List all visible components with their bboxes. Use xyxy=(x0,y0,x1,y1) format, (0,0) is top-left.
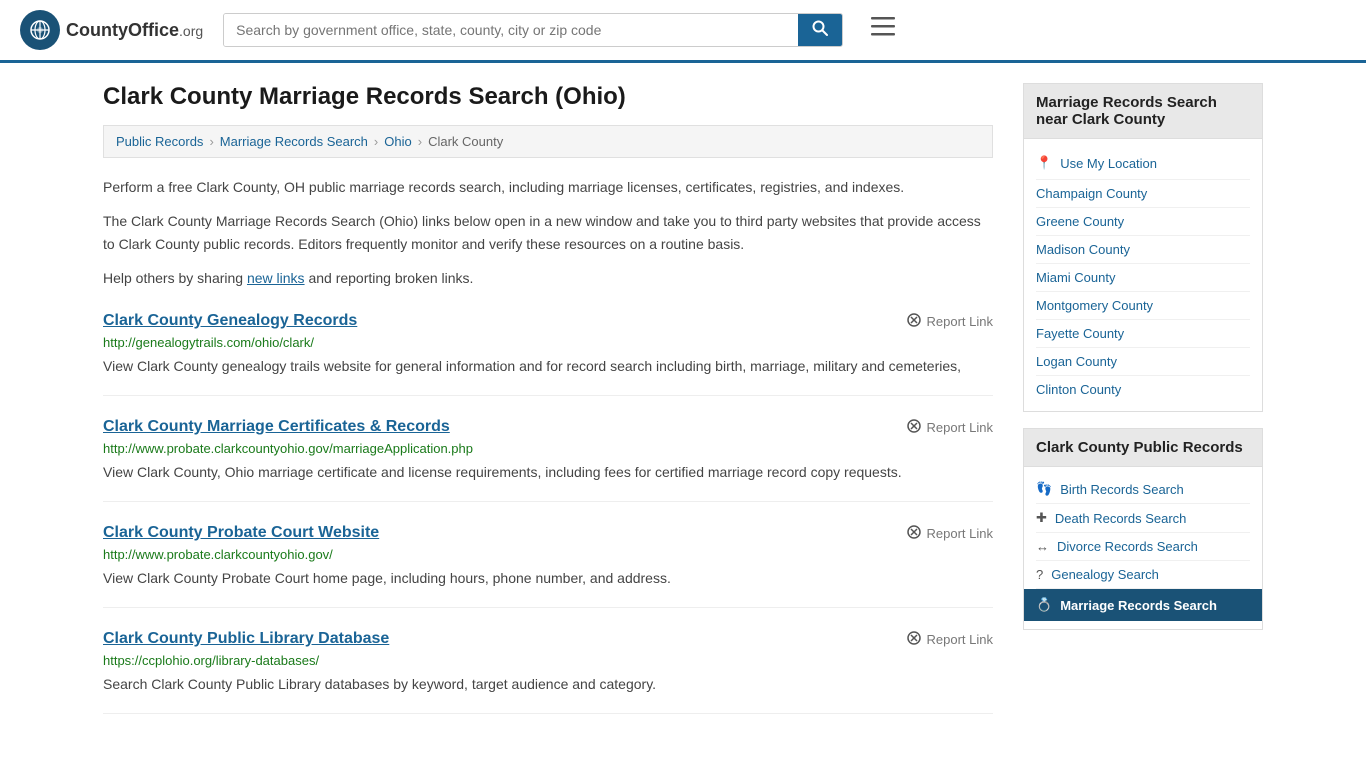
intro-text-1: Perform a free Clark County, OH public m… xyxy=(103,176,993,198)
result-url-1[interactable]: http://www.probate.clarkcountyohio.gov/m… xyxy=(103,441,993,456)
result-desc-0: View Clark County genealogy trails websi… xyxy=(103,356,993,377)
report-link-3[interactable]: Report Link xyxy=(906,630,993,649)
result-item: Clark County Genealogy Records Report Li… xyxy=(103,312,993,396)
pr-icon-2: ↔ xyxy=(1036,539,1049,554)
result-item: Clark County Public Library Database Rep… xyxy=(103,630,993,714)
use-location-link[interactable]: Use My Location xyxy=(1060,156,1157,171)
pr-icon-4: 💍 xyxy=(1036,597,1052,613)
pr-link-3[interactable]: Genealogy Search xyxy=(1051,567,1159,582)
results-list: Clark County Genealogy Records Report Li… xyxy=(103,312,993,714)
public-records-content: 👣 Birth Records Search ✚ Death Records Sear… xyxy=(1023,466,1263,630)
logo-text: CountyOffice.org xyxy=(66,20,203,41)
public-record-item: ↔ Divorce Records Search xyxy=(1036,533,1250,561)
result-item: Clark County Probate Court Website Repor… xyxy=(103,524,993,608)
nearby-county-link-0[interactable]: Champaign County xyxy=(1036,186,1147,201)
search-input[interactable] xyxy=(224,14,798,46)
sidebar: Marriage Records Search near Clark Count… xyxy=(1023,83,1263,714)
pr-link-1[interactable]: Death Records Search xyxy=(1055,511,1187,526)
public-record-item: 💍 Marriage Records Search xyxy=(1024,589,1262,621)
pin-icon: 📍 xyxy=(1036,155,1052,171)
report-link-0[interactable]: Report Link xyxy=(906,312,993,331)
breadcrumb-current: Clark County xyxy=(428,134,503,149)
breadcrumb-marriage-records[interactable]: Marriage Records Search xyxy=(220,134,368,149)
page-title: Clark County Marriage Records Search (Oh… xyxy=(103,83,993,111)
pr-icon-0: 👣 xyxy=(1036,481,1052,497)
result-url-2[interactable]: http://www.probate.clarkcountyohio.gov/ xyxy=(103,547,993,562)
breadcrumb-public-records[interactable]: Public Records xyxy=(116,134,203,149)
public-records-section: Clark County Public Records 👣 Birth Recor… xyxy=(1023,428,1263,630)
intro-text-3: Help others by sharing new links and rep… xyxy=(103,267,993,289)
nearby-county-item: Champaign County xyxy=(1036,180,1250,208)
report-link-1[interactable]: Report Link xyxy=(906,418,993,437)
result-title-0[interactable]: Clark County Genealogy Records xyxy=(103,312,357,330)
nearby-county-item: Madison County xyxy=(1036,236,1250,264)
nearby-county-item: Logan County xyxy=(1036,348,1250,376)
result-title-2[interactable]: Clark County Probate Court Website xyxy=(103,524,379,542)
nearby-section: Marriage Records Search near Clark Count… xyxy=(1023,83,1263,412)
report-icon-3 xyxy=(906,630,922,649)
pr-icon-1: ✚ xyxy=(1036,510,1047,526)
result-desc-2: View Clark County Probate Court home pag… xyxy=(103,568,993,589)
public-records-items: 👣 Birth Records Search ✚ Death Records Sear… xyxy=(1036,475,1250,621)
nearby-header: Marriage Records Search near Clark Count… xyxy=(1023,83,1263,138)
pr-link-0[interactable]: Birth Records Search xyxy=(1060,482,1184,497)
nearby-county-link-1[interactable]: Greene County xyxy=(1036,214,1124,229)
result-title-3[interactable]: Clark County Public Library Database xyxy=(103,630,389,648)
result-desc-3: Search Clark County Public Library datab… xyxy=(103,674,993,695)
report-link-2[interactable]: Report Link xyxy=(906,524,993,543)
search-bar xyxy=(223,13,843,47)
public-records-header: Clark County Public Records xyxy=(1023,428,1263,466)
report-label-3: Report Link xyxy=(927,632,993,647)
nearby-county-item: Clinton County xyxy=(1036,376,1250,403)
nearby-county-item: Montgomery County xyxy=(1036,292,1250,320)
pr-link-4[interactable]: Marriage Records Search xyxy=(1060,598,1217,613)
nearby-counties: Champaign County Greene County Madison Cou… xyxy=(1036,180,1250,403)
nearby-county-item: Greene County xyxy=(1036,208,1250,236)
nearby-county-item: Miami County xyxy=(1036,264,1250,292)
nearby-county-link-4[interactable]: Montgomery County xyxy=(1036,298,1153,313)
breadcrumb-ohio[interactable]: Ohio xyxy=(384,134,411,149)
public-record-item: 👣 Birth Records Search xyxy=(1036,475,1250,504)
new-links-link[interactable]: new links xyxy=(247,270,305,286)
logo-icon xyxy=(20,10,60,50)
result-title-1[interactable]: Clark County Marriage Certificates & Rec… xyxy=(103,418,450,436)
breadcrumb: Public Records › Marriage Records Search… xyxy=(103,125,993,158)
report-icon-1 xyxy=(906,418,922,437)
logo[interactable]: CountyOffice.org xyxy=(20,10,203,50)
report-label-2: Report Link xyxy=(927,526,993,541)
menu-button[interactable] xyxy=(863,13,903,47)
public-record-item: ✚ Death Records Search xyxy=(1036,504,1250,533)
nearby-county-link-6[interactable]: Logan County xyxy=(1036,354,1117,369)
intro-text-2: The Clark County Marriage Records Search… xyxy=(103,210,993,255)
nearby-county-link-7[interactable]: Clinton County xyxy=(1036,382,1121,397)
use-location-button[interactable]: 📍 Use My Location xyxy=(1036,147,1250,180)
report-icon-0 xyxy=(906,312,922,331)
search-button[interactable] xyxy=(798,14,842,46)
report-icon-2 xyxy=(906,524,922,543)
main-content: Clark County Marriage Records Search (Oh… xyxy=(103,83,993,714)
public-record-item: ? Genealogy Search xyxy=(1036,561,1250,589)
nearby-content: 📍 Use My Location Champaign County Greene… xyxy=(1023,138,1263,412)
result-url-3[interactable]: https://ccplohio.org/library-databases/ xyxy=(103,653,993,668)
nearby-county-link-3[interactable]: Miami County xyxy=(1036,270,1115,285)
report-label-0: Report Link xyxy=(927,314,993,329)
result-item: Clark County Marriage Certificates & Rec… xyxy=(103,418,993,502)
pr-link-2[interactable]: Divorce Records Search xyxy=(1057,539,1198,554)
nearby-county-item: Fayette County xyxy=(1036,320,1250,348)
nearby-county-link-2[interactable]: Madison County xyxy=(1036,242,1130,257)
pr-icon-3: ? xyxy=(1036,567,1043,582)
result-url-0[interactable]: http://genealogytrails.com/ohio/clark/ xyxy=(103,335,993,350)
report-label-1: Report Link xyxy=(927,420,993,435)
result-desc-1: View Clark County, Ohio marriage certifi… xyxy=(103,462,993,483)
nearby-county-link-5[interactable]: Fayette County xyxy=(1036,326,1124,341)
